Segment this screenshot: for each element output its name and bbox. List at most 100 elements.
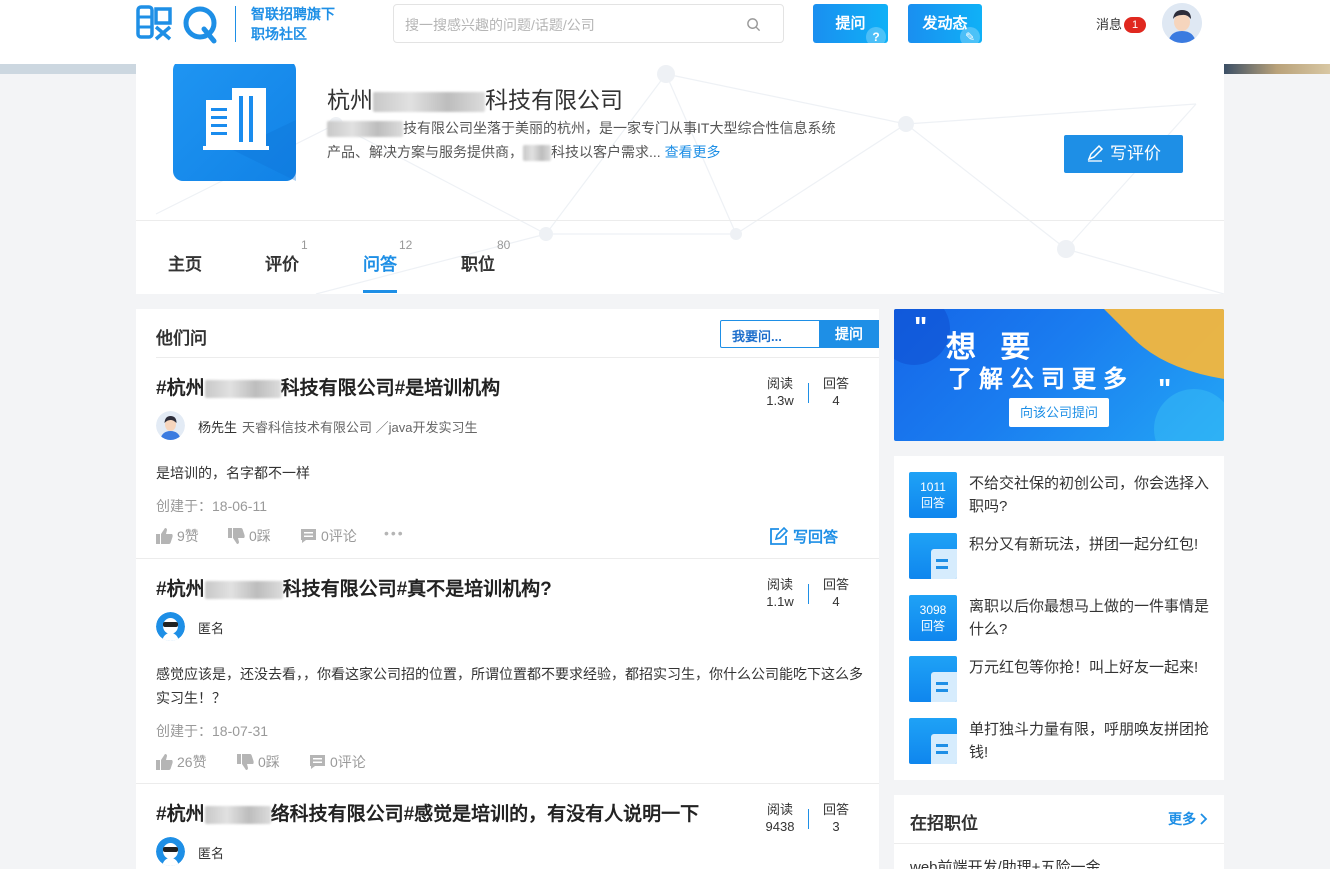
read-label: 阅读	[766, 376, 793, 391]
topic-title[interactable]: 不给交社保的初创公司，你会选择入职吗?	[969, 472, 1214, 518]
author-name[interactable]: 杨先生	[198, 417, 237, 436]
stats-divider	[808, 809, 809, 829]
answer-count: 回答 4	[816, 375, 856, 409]
topic-document-icon	[909, 533, 957, 579]
position-item[interactable]: web前端开发/助理+五险一金	[910, 856, 1100, 869]
thumbs-up-icon	[156, 754, 173, 770]
background-network-pattern	[155, 65, 1224, 294]
pen-icon	[1087, 144, 1104, 162]
tab-jobs-count: 80	[497, 238, 511, 252]
question-title[interactable]: #杭州 络科技有限公司#感觉是培训的，有没有人说明一下	[156, 799, 699, 826]
search-input[interactable]: 搜一搜感兴趣的问题/话题/公司	[393, 4, 784, 43]
user-avatar[interactable]	[1162, 3, 1202, 43]
topic-item[interactable]: 积分又有新玩法，拼团一起分红包!	[909, 533, 1214, 583]
description-line-1: 技有限公司坐落于美丽的杭州，是一家专门从事IT大型综合性信息系统	[403, 120, 836, 136]
company-card: 杭州 科技有限公司 技有限公司坐落于美丽的杭州，是一家专门从事IT大型综合性信息系…	[136, 64, 1224, 294]
stats-divider	[808, 383, 809, 403]
dislike-button[interactable]: 0踩	[228, 526, 271, 546]
topic-title[interactable]: 离职以后你最想马上做的一件事情是什么?	[969, 595, 1214, 641]
search-icon[interactable]	[746, 17, 761, 32]
like-button[interactable]: 26赞	[156, 752, 207, 772]
tab-qa[interactable]: 问答 12	[363, 238, 412, 275]
tab-jobs[interactable]: 职位 80	[461, 238, 510, 275]
tab-reviews[interactable]: 评价 1	[265, 238, 308, 275]
redacted-text	[204, 580, 283, 599]
topic-answer-count: 1011	[920, 480, 946, 494]
redacted-text	[373, 91, 485, 112]
topic-title[interactable]: 万元红包等你抢！叫上好友一起来!	[969, 656, 1214, 679]
like-count: 26赞	[177, 754, 207, 770]
more-options-icon[interactable]: •••	[384, 525, 405, 541]
top-nav-bar: 智联招聘旗下 职场社区 搜一搜感兴趣的问题/话题/公司 提问 ? 发动态 ✎ 消…	[0, 0, 1330, 64]
like-count: 9赞	[177, 528, 199, 544]
topic-title[interactable]: 单打独斗力量有限，呼朋唤友拼团抢钱!	[969, 718, 1214, 764]
comment-button[interactable]: 0评论	[300, 526, 357, 546]
anonymous-avatar	[156, 837, 185, 866]
author-avatar[interactable]	[156, 411, 185, 440]
question-date: 创建于：18-06-11	[156, 498, 268, 514]
description-line-2-suffix: 科技以客户需求...	[551, 144, 661, 160]
read-label: 阅读	[766, 577, 793, 592]
answer-count: 回答 4	[816, 576, 856, 610]
open-positions-title: 在招职位	[910, 814, 978, 833]
question-date: 创建于：18-07-31	[156, 723, 269, 739]
view-more-link[interactable]: 查看更多	[665, 144, 721, 160]
ask-question-input[interactable]: 我要问...	[732, 326, 782, 345]
answer-count: 回答 3	[816, 801, 856, 835]
answer-value: 4	[832, 393, 840, 408]
stats-divider	[808, 584, 809, 604]
edit-icon	[770, 526, 789, 545]
question-title-suffix: 科技有限公司#真不是培训机构?	[282, 579, 552, 600]
tab-reviews-count: 1	[301, 238, 308, 252]
read-count: 阅读 1.1w	[760, 576, 800, 610]
company-logo	[173, 64, 296, 181]
site-logo[interactable]	[136, 3, 220, 45]
dislike-count: 0踩	[258, 754, 280, 770]
topic-answer-count: 3098	[919, 603, 947, 617]
ask-company-button[interactable]: 向该公司提问	[1009, 398, 1109, 427]
write-answer-button[interactable]: 写回答	[769, 526, 838, 547]
chevron-right-icon	[1200, 813, 1208, 825]
question-mark-icon: ?	[866, 27, 886, 43]
read-value: 1.3w	[766, 393, 794, 408]
messages-badge: 1	[1124, 17, 1147, 33]
topic-document-icon	[909, 718, 957, 764]
dislike-count: 0踩	[249, 528, 271, 544]
read-label: 阅读	[766, 802, 793, 817]
topic-item[interactable]: 单打独斗力量有限，呼朋唤友拼团抢钱!	[909, 718, 1214, 768]
topic-document-icon	[909, 656, 957, 702]
messages-link[interactable]: 消息 1	[1096, 14, 1147, 33]
question-title[interactable]: #杭州 科技有限公司#是培训机构	[156, 373, 500, 400]
company-name-prefix: 杭州	[327, 87, 373, 113]
question-body: 是培训的，名字都不一样	[156, 465, 310, 481]
question-title[interactable]: #杭州 科技有限公司#真不是培训机构?	[156, 574, 552, 601]
ask-question-button[interactable]: 提问 ?	[813, 4, 888, 43]
topic-title[interactable]: 积分又有新玩法，拼团一起分红包!	[969, 533, 1214, 556]
question-body: 感觉应该是，还没去看，，你看这家公司招的位置，所谓位置都不要求经验，都招实习生，…	[156, 666, 863, 706]
ask-question-label: 提问	[835, 15, 866, 32]
tab-home-label: 主页	[168, 255, 202, 274]
answer-value: 4	[832, 594, 840, 609]
submit-question-button[interactable]: 提问	[819, 320, 879, 348]
write-review-button[interactable]: 写评价	[1064, 135, 1183, 173]
topic-answer-count-badge: 3098 回答	[909, 595, 957, 641]
tab-jobs-label: 职位	[461, 255, 495, 274]
author-name: 匿名	[198, 846, 225, 861]
like-button[interactable]: 9赞	[156, 526, 199, 546]
answer-label: 回答	[822, 376, 849, 391]
description-line-2-prefix: 产品、解决方案与服务提供商，	[327, 144, 523, 160]
thumbs-up-icon	[156, 528, 173, 544]
company-name: 杭州 科技有限公司	[327, 81, 623, 115]
question-item: #杭州 科技有限公司#是培训机构 阅读 1.3w 回答 4 杨先生 天睿科信技术有限公…	[136, 373, 879, 553]
topic-item[interactable]: 1011 回答 不给交社保的初创公司，你会选择入职吗?	[909, 472, 1214, 522]
dislike-button[interactable]: 0踩	[237, 752, 280, 772]
tab-home[interactable]: 主页	[168, 250, 202, 275]
company-description: 技有限公司坐落于美丽的杭州，是一家专门从事IT大型综合性信息系统 产品、解决方案…	[327, 116, 867, 164]
topic-item[interactable]: 万元红包等你抢！叫上好友一起来!	[909, 656, 1214, 706]
post-update-button[interactable]: 发动态 ✎	[908, 4, 982, 43]
topic-item[interactable]: 3098 回答 离职以后你最想马上做的一件事情是什么?	[909, 595, 1214, 645]
question-title-suffix: 络科技有限公司#感觉是培训的，有没有人说明一下	[270, 804, 700, 825]
more-positions-link[interactable]: 更多	[1168, 809, 1208, 829]
redacted-text	[523, 145, 551, 162]
comment-button[interactable]: 0评论	[309, 752, 366, 772]
